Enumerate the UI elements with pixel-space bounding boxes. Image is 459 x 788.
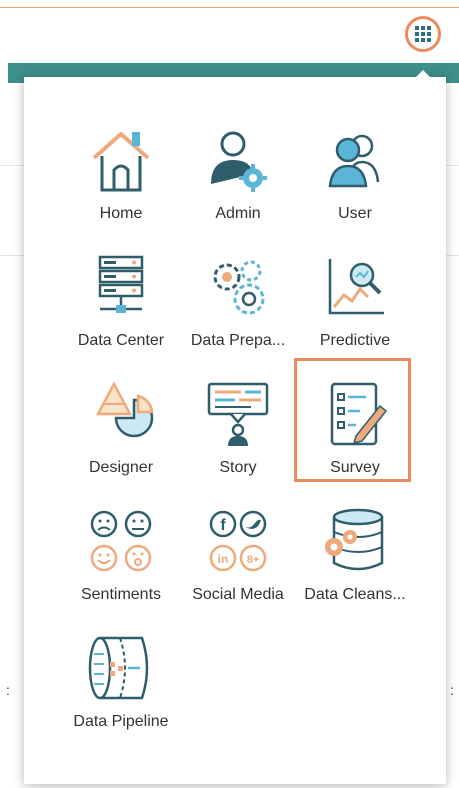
data-preparation-icon — [213, 260, 265, 315]
story-icon — [207, 382, 269, 446]
survey-icon — [330, 382, 388, 446]
designer-icon — [95, 381, 154, 438]
menu-item-label: User — [338, 205, 372, 222]
predictive-icon — [328, 259, 384, 315]
menu-item-data-preparation[interactable]: Data Prepa... — [179, 253, 297, 363]
menu-item-label: Data Center — [77, 332, 165, 349]
menu-item-label: Data Pipeline — [73, 713, 169, 730]
data-cleansing-icon — [325, 508, 384, 571]
social-media-icon: f in 8+ — [209, 510, 267, 572]
menu-item-label: Social Media — [192, 586, 284, 603]
data-pipeline-icon — [88, 636, 149, 700]
menu-item-story[interactable]: Story — [179, 380, 297, 490]
menu-item-user[interactable]: User — [296, 126, 414, 236]
svg-text:f: f — [220, 517, 226, 534]
background-fragment: : — [450, 682, 454, 698]
sentiments-icon — [90, 510, 152, 572]
svg-text:8+: 8+ — [247, 554, 260, 566]
user-icon — [328, 134, 380, 188]
menu-item-data-pipeline[interactable]: Data Pipeline — [62, 634, 180, 744]
menu-item-label: Data Cleans... — [304, 586, 406, 603]
menu-item-sentiments[interactable]: Sentiments — [62, 507, 180, 617]
menu-item-label: Admin — [215, 205, 261, 222]
menu-item-designer[interactable]: Designer — [62, 380, 180, 490]
menu-item-label: Predictive — [319, 332, 391, 349]
menu-item-data-center[interactable]: Data Center — [62, 253, 180, 363]
menu-item-home[interactable]: Home — [62, 126, 180, 236]
background-fragment: : — [6, 682, 10, 698]
background-divider — [0, 255, 24, 256]
menu-pointer — [415, 70, 431, 78]
header-divider — [0, 7, 459, 8]
menu-item-label: Story — [219, 459, 257, 476]
menu-item-label: Home — [99, 205, 143, 222]
svg-text:in: in — [218, 552, 229, 566]
background-divider — [0, 165, 24, 166]
menu-item-label: Designer — [88, 459, 154, 476]
background-divider — [446, 255, 459, 256]
background-divider — [446, 165, 459, 166]
data-center-icon — [98, 255, 144, 313]
menu-item-admin[interactable]: Admin — [179, 126, 297, 236]
menu-item-survey[interactable]: Survey — [296, 380, 414, 490]
app-launcher-button[interactable] — [405, 16, 441, 52]
menu-item-label: Survey — [330, 459, 380, 476]
menu-item-social-media[interactable]: f in 8+ Social Media — [179, 507, 297, 617]
admin-icon — [211, 131, 267, 192]
home-icon — [92, 132, 150, 192]
menu-item-label: Data Prepa... — [190, 332, 286, 349]
app-grid-icon — [415, 26, 431, 42]
menu-item-label: Sentiments — [80, 586, 162, 603]
menu-item-data-cleansing[interactable]: Data Cleans... — [296, 507, 414, 617]
menu-item-predictive[interactable]: Predictive — [296, 253, 414, 363]
